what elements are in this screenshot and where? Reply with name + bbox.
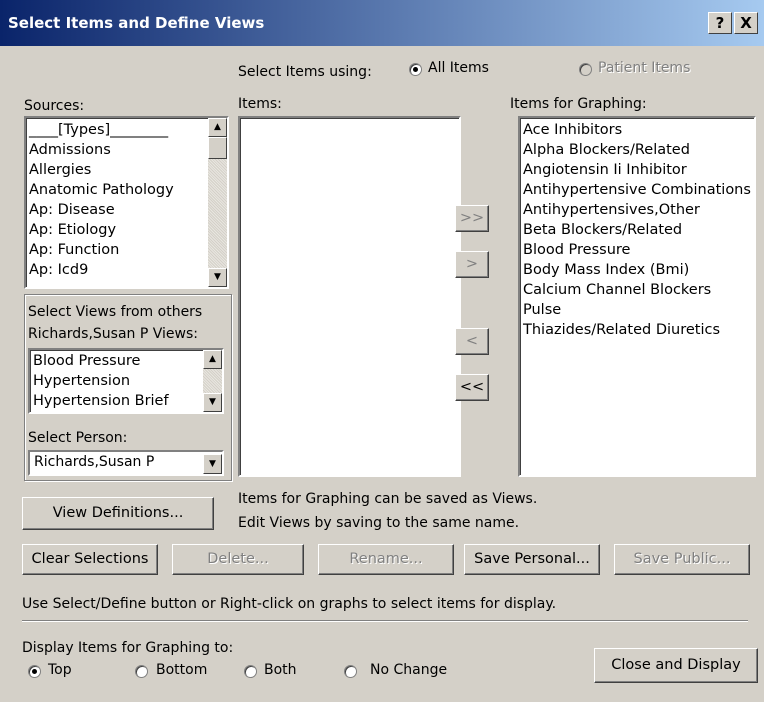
help-button[interactable]: ? (708, 12, 732, 34)
radio-no-change[interactable] (344, 665, 357, 678)
radio-selected-dot (413, 67, 418, 72)
list-item[interactable]: Hypertension Brief (30, 391, 222, 411)
add-all-button[interactable]: >> (455, 205, 489, 232)
radio-patient-items[interactable] (579, 63, 592, 76)
scroll-down-icon[interactable]: ▼ (208, 268, 227, 287)
scroll-thumb[interactable] (208, 137, 227, 159)
close-and-display-button[interactable]: Close and Display (594, 648, 758, 683)
radio-selected-dot (32, 669, 37, 674)
list-item[interactable]: Pulse (520, 300, 754, 320)
radio-both[interactable] (244, 665, 257, 678)
save-public-button[interactable]: Save Public... (614, 544, 750, 575)
list-item[interactable]: Blood Pressure (30, 351, 222, 371)
list-item[interactable]: Hypertension (30, 371, 222, 391)
scroll-up-icon[interactable]: ▲ (203, 350, 222, 369)
views-group-label: Select Views from others (28, 304, 203, 320)
top-label[interactable]: Top (48, 662, 72, 678)
list-item[interactable]: Ap: Disease (26, 200, 227, 220)
views-listbox[interactable]: Blood Pressure Hypertension Hypertension B… (28, 348, 224, 414)
sources-listbox[interactable]: ____[Types]________ Admissions Allergies An… (24, 116, 229, 289)
info-line1: Items for Graphing can be saved as Views… (238, 491, 538, 507)
save-personal-button[interactable]: Save Personal... (464, 544, 600, 575)
bottom-label[interactable]: Bottom (156, 662, 207, 678)
person-views-label: Richards,Susan P Views: (28, 326, 198, 342)
info-line2: Edit Views by saving to the same name. (238, 515, 520, 531)
list-item[interactable]: Ap: Etiology (26, 220, 227, 240)
all-items-label[interactable]: All Items (428, 60, 489, 76)
title-bar: Select Items and Define Views ? X (0, 0, 764, 46)
delete-button[interactable]: Delete... (172, 544, 304, 575)
no-change-label[interactable]: No Change (370, 662, 447, 678)
clear-selections-button[interactable]: Clear Selections (22, 544, 158, 575)
list-item[interactable]: Anatomic Pathology (26, 180, 227, 200)
list-item[interactable]: Ace Inhibitors (520, 120, 754, 140)
list-item[interactable]: Allergies (26, 160, 227, 180)
list-item[interactable]: Admissions (26, 140, 227, 160)
patient-items-label[interactable]: Patient Items (598, 60, 690, 76)
list-item[interactable]: Ap: Function (26, 240, 227, 260)
radio-top[interactable] (28, 665, 41, 678)
sources-label: Sources: (24, 98, 85, 114)
list-item[interactable]: Body Mass Index (Bmi) (520, 260, 754, 280)
remove-all-button[interactable]: << (455, 374, 489, 401)
select-using-label: Select Items using: (238, 64, 372, 80)
radio-bottom[interactable] (135, 665, 148, 678)
window-title: Select Items and Define Views (8, 14, 265, 32)
list-item[interactable]: Angiotensin Ii Inhibitor (520, 160, 754, 180)
display-to-label: Display Items for Graphing to: (22, 640, 234, 656)
list-item[interactable]: ____[Types]________ (26, 120, 227, 140)
scroll-up-icon[interactable]: ▲ (208, 118, 227, 137)
items-label: Items: (238, 96, 282, 112)
add-button[interactable]: > (455, 251, 489, 278)
chevron-down-icon[interactable]: ▼ (203, 454, 222, 474)
close-button[interactable]: X (734, 12, 758, 34)
radio-all-items[interactable] (409, 63, 422, 76)
graphing-listbox[interactable]: Ace Inhibitors Alpha Blockers/Related Angi… (518, 116, 756, 477)
separator (22, 620, 748, 622)
sources-scrollbar[interactable]: ▲ ▼ (208, 118, 227, 287)
scroll-down-icon[interactable]: ▼ (203, 393, 222, 412)
list-item[interactable]: Alpha Blockers/Related (520, 140, 754, 160)
rename-button[interactable]: Rename... (318, 544, 454, 575)
both-label[interactable]: Both (264, 662, 297, 678)
list-item[interactable]: Antihypertensive Combinations (520, 180, 754, 200)
views-scrollbar[interactable]: ▲ ▼ (203, 350, 222, 412)
view-definitions-button[interactable]: View Definitions... (22, 497, 214, 530)
list-item[interactable]: Blood Pressure (520, 240, 754, 260)
hint-text: Use Select/Define button or Right-click … (22, 596, 557, 612)
list-item[interactable]: Ap: Icd9 (26, 260, 227, 280)
list-item[interactable]: Antihypertensives,Other (520, 200, 754, 220)
person-combobox[interactable]: Richards,Susan P ▼ (28, 450, 224, 476)
remove-button[interactable]: < (455, 328, 489, 355)
items-listbox[interactable] (238, 116, 461, 477)
person-value: Richards,Susan P (34, 454, 155, 470)
list-item[interactable]: Calcium Channel Blockers (520, 280, 754, 300)
list-item[interactable]: Beta Blockers/Related (520, 220, 754, 240)
select-person-label: Select Person: (28, 430, 128, 446)
list-item[interactable]: Thiazides/Related Diuretics (520, 320, 754, 340)
graphing-label: Items for Graphing: (510, 96, 647, 112)
